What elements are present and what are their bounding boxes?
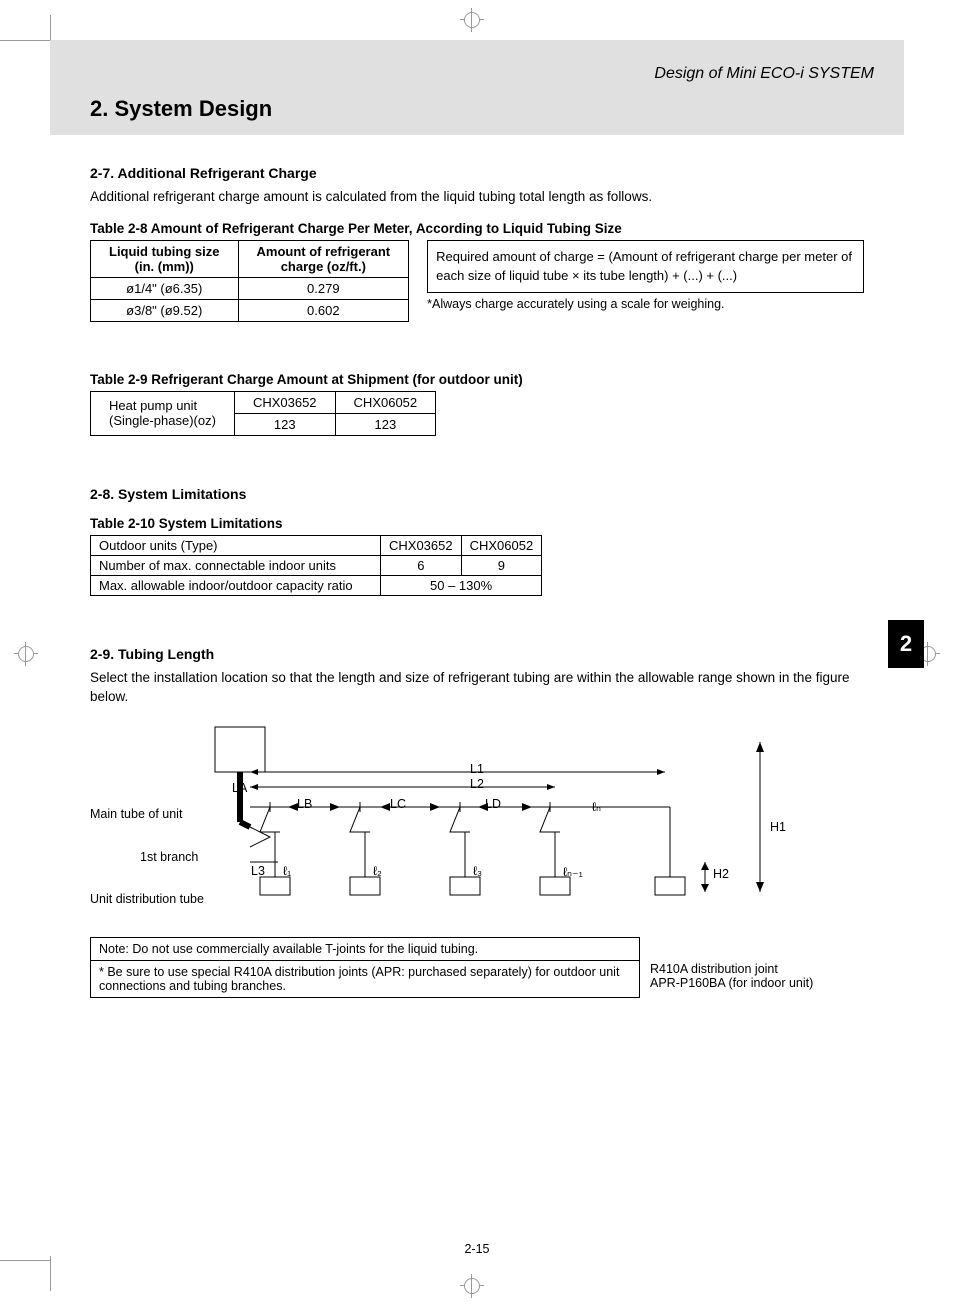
table-2-10: Outdoor units (Type) CHX03652 CHX06052 N… <box>90 535 542 596</box>
crop-mark <box>0 40 50 41</box>
table-cell: ø3/8" (ø9.52) <box>91 299 239 321</box>
diagram-label: H2 <box>713 867 729 881</box>
table-cell: CHX03652 <box>381 535 462 555</box>
formula-note: *Always charge accurately using a scale … <box>427 297 864 311</box>
diagram-label: ℓ₃ <box>473 864 482 878</box>
section-2-7-heading: 2-7. Additional Refrigerant Charge <box>90 165 864 181</box>
table-2-10-caption: Table 2-10 System Limitations <box>90 516 864 531</box>
table-cell: 6 <box>381 555 462 575</box>
diagram-label: 1st branch <box>140 850 198 864</box>
diagram-label: ℓₙ₋₁ <box>563 864 583 879</box>
diagram-label: ℓₙ <box>592 799 601 814</box>
diagram-label: ℓ₁ <box>283 864 291 878</box>
note-row: Note: Do not use commercially available … <box>91 938 639 961</box>
th-line: charge (oz/ft.) <box>281 259 366 274</box>
table-cell: 9 <box>461 555 542 575</box>
diagram-label: LD <box>485 797 501 811</box>
diagram-label: LC <box>390 797 406 811</box>
table-cell: 123 <box>335 413 436 435</box>
th-line: Liquid tubing size <box>109 244 220 259</box>
diagram-label: L3 <box>251 864 265 878</box>
table-cell: CHX06052 <box>461 535 542 555</box>
diagram-label: LB <box>297 797 312 811</box>
diagram-label: ℓ₂ <box>373 864 382 878</box>
table-cell: 50 – 130% <box>381 575 542 595</box>
diagram-label: L1 <box>470 762 484 776</box>
diagram-label: LA <box>232 781 247 795</box>
table-cell: Heat pump unit (Single-phase)(oz) <box>91 391 235 435</box>
table-cell: 0.279 <box>238 277 409 299</box>
table-cell: Outdoor units (Type) <box>91 535 381 555</box>
table-cell: 123 <box>234 413 335 435</box>
table-2-8: Liquid tubing size (in. (mm)) Amount of … <box>90 240 409 322</box>
diagram-label: H1 <box>770 820 786 834</box>
table-cell: Number of max. connectable indoor units <box>91 555 381 575</box>
crop-mark <box>0 1260 50 1261</box>
section-2-8-heading: 2-8. System Limitations <box>90 486 864 502</box>
tubing-note-box: Note: Do not use commercially available … <box>90 937 640 998</box>
table-header: Amount of refrigerant charge (oz/ft.) <box>238 240 409 277</box>
registration-mark-icon <box>14 642 38 666</box>
cell-line: Heat pump unit <box>109 398 197 413</box>
table-cell: Max. allowable indoor/outdoor capacity r… <box>91 575 381 595</box>
side-note: R410A distribution joint APR-P160BA (for… <box>650 962 813 990</box>
diagram-label: Main tube of unit <box>90 807 182 821</box>
section-2-9-heading: 2-9. Tubing Length <box>90 646 864 662</box>
chapter-tab: 2 <box>888 620 924 668</box>
th-line: Amount of refrigerant <box>257 244 391 259</box>
table-2-9: Heat pump unit (Single-phase)(oz) CHX036… <box>90 391 436 436</box>
tubing-diagram: Main tube of unit 1st branch Unit distri… <box>90 707 864 917</box>
section-2-7-intro: Additional refrigerant charge amount is … <box>90 187 864 207</box>
diagram-label: Unit distribution tube <box>90 892 204 906</box>
table-header: Liquid tubing size (in. (mm)) <box>91 240 239 277</box>
note-row: * Be sure to use special R410A distribut… <box>91 961 639 997</box>
side-note-line: APR-P160BA (for indoor unit) <box>650 976 813 990</box>
page-number: 2-15 <box>0 1242 954 1256</box>
formula-box: Required amount of charge = (Amount of r… <box>427 240 864 293</box>
registration-mark-icon <box>460 8 484 32</box>
registration-mark-icon <box>460 1274 484 1298</box>
crop-mark <box>50 1256 51 1291</box>
section-title: 2. System Design <box>90 96 272 122</box>
table-cell: 0.602 <box>238 299 409 321</box>
header-band: Design of Mini ECO-i SYSTEM 2. System De… <box>50 40 904 135</box>
section-2-9-intro: Select the installation location so that… <box>90 668 864 707</box>
diagram-label: L2 <box>470 777 484 791</box>
table-2-8-caption: Table 2-8 Amount of Refrigerant Charge P… <box>90 221 864 236</box>
table-cell: ø1/4" (ø6.35) <box>91 277 239 299</box>
table-2-9-caption: Table 2-9 Refrigerant Charge Amount at S… <box>90 372 864 387</box>
side-note-line: R410A distribution joint <box>650 962 778 976</box>
table-cell: CHX03652 <box>234 391 335 413</box>
running-header: Design of Mini ECO-i SYSTEM <box>654 65 874 83</box>
table-cell: CHX06052 <box>335 391 436 413</box>
th-line: (in. (mm)) <box>135 259 194 274</box>
cell-line: (Single-phase)(oz) <box>109 413 216 428</box>
